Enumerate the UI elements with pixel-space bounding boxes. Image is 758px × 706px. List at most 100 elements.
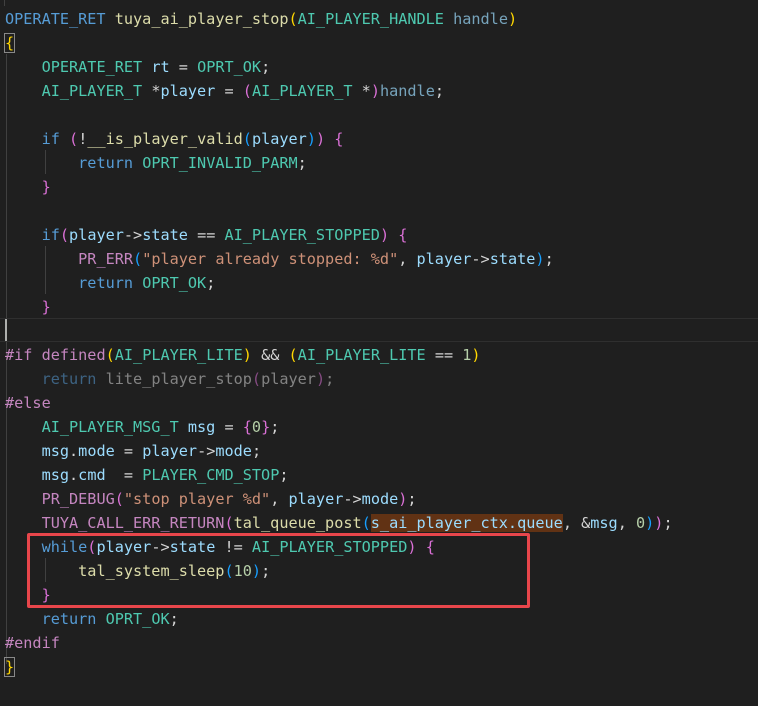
- code-token: OPRT_OK: [197, 58, 262, 76]
- code-line[interactable]: [5, 103, 758, 127]
- code-line[interactable]: #endif: [5, 631, 758, 655]
- code-line[interactable]: if (!__is_player_valid(player)) {: [5, 127, 758, 151]
- code-token: ;: [261, 58, 271, 76]
- code-token: (: [224, 514, 234, 532]
- code-token: AI_PLAYER_LITE: [297, 346, 426, 364]
- code-token: OPRT_OK: [142, 274, 207, 292]
- code-token: &&: [251, 346, 289, 364]
- code-token: ->: [197, 442, 216, 460]
- code-token: defined: [41, 346, 106, 364]
- code-token: PR_ERR: [78, 250, 134, 268]
- code-token: =: [215, 82, 243, 100]
- code-token: return: [41, 370, 97, 388]
- code-token: ,: [270, 490, 289, 508]
- code-token: {: [242, 418, 252, 436]
- code-token: !: [78, 130, 88, 148]
- code-token: OPERATE_RET: [41, 58, 143, 76]
- code-line[interactable]: }: [5, 175, 758, 199]
- code-token: }: [41, 178, 51, 196]
- code-token: player: [416, 250, 472, 268]
- indent-guide: [4, 0, 5, 6]
- code-token: ,: [398, 250, 417, 268]
- code-token: __is_player_valid: [87, 130, 243, 148]
- code-line[interactable]: return OPRT_OK;: [5, 271, 758, 295]
- code-line[interactable]: {: [3, 31, 758, 55]
- code-token: player: [160, 82, 216, 100]
- code-line[interactable]: #if defined(AI_PLAYER_LITE) && (AI_PLAYE…: [5, 343, 758, 367]
- code-token: (: [288, 10, 298, 28]
- code-token: }: [41, 298, 51, 316]
- code-line[interactable]: AI_PLAYER_MSG_T msg = {0};: [5, 415, 758, 439]
- code-token: return: [78, 154, 134, 172]
- code-token: player: [142, 442, 198, 460]
- code-token: tal_queue_post: [233, 514, 362, 532]
- code-line[interactable]: return lite_player_stop(player);: [5, 367, 758, 391]
- code-token: (: [105, 346, 115, 364]
- code-token: .: [69, 442, 79, 460]
- code-token: ->: [343, 490, 362, 508]
- code-token: AI_PLAYER_LITE: [114, 346, 243, 364]
- code-token: player: [288, 490, 344, 508]
- code-token: "player already stopped: %d": [142, 250, 399, 268]
- code-token: player: [261, 370, 316, 388]
- code-token: mode: [78, 442, 115, 460]
- code-token: ;: [297, 154, 307, 172]
- code-token: cmd: [78, 466, 106, 484]
- code-token: {: [334, 130, 344, 148]
- code-token: ;: [206, 274, 216, 292]
- code-token: ): [242, 346, 252, 364]
- code-token: TUYA_CALL_ERR_RETURN: [41, 514, 225, 532]
- code-token: msg: [41, 442, 70, 460]
- code-line[interactable]: if(player->state == AI_PLAYER_STOPPED) {: [5, 223, 758, 247]
- code-line[interactable]: }: [5, 295, 758, 319]
- code-token: if: [41, 130, 60, 148]
- code-line[interactable]: msg.cmd = PLAYER_CMD_STOP;: [5, 463, 758, 487]
- code-line[interactable]: PR_DEBUG("stop player %d", player->mode)…: [5, 487, 758, 511]
- code-token: =: [169, 58, 198, 76]
- code-line[interactable]: return OPRT_INVALID_PARM;: [5, 151, 758, 175]
- code-token: lite_player_stop: [96, 370, 252, 388]
- code-token: ): [645, 514, 655, 532]
- code-line[interactable]: #else: [5, 391, 758, 415]
- code-token: ;: [270, 418, 280, 436]
- code-line[interactable]: OPERATE_RET tuya_ai_player_stop(AI_PLAYE…: [5, 7, 758, 31]
- code-editor[interactable]: OPERATE_RET tuya_ai_player_stop(AI_PLAYE…: [0, 0, 758, 706]
- code-token: ;: [251, 442, 262, 460]
- code-token: (: [69, 130, 79, 148]
- code-token: }: [3, 657, 16, 677]
- code-line[interactable]: [5, 319, 758, 343]
- code-token: tuya_ai_player_stop: [114, 10, 289, 28]
- code-line[interactable]: OPERATE_RET rt = OPRT_OK;: [5, 55, 758, 79]
- code-token: ==: [425, 346, 463, 364]
- code-line[interactable]: [5, 199, 758, 223]
- code-line[interactable]: }: [3, 655, 758, 679]
- code-token: ;: [663, 514, 673, 532]
- code-token: (: [114, 490, 124, 508]
- code-line[interactable]: AI_PLAYER_T *player = (AI_PLAYER_T *)han…: [5, 79, 758, 103]
- code-token: mode: [215, 442, 252, 460]
- code-line[interactable]: msg.mode = player->mode;: [5, 439, 758, 463]
- code-line[interactable]: return OPRT_OK;: [5, 607, 758, 631]
- code-token: msg: [41, 466, 70, 484]
- code-token: rt: [151, 58, 170, 76]
- annotation-highlight-box: [27, 533, 530, 608]
- code-token: "stop player %d": [123, 490, 271, 508]
- code-line[interactable]: PR_ERR("player already stopped: %d", pla…: [5, 247, 758, 271]
- code-token: AI_PLAYER_T: [41, 82, 143, 100]
- code-token: {: [398, 226, 408, 244]
- code-line[interactable]: TUYA_CALL_ERR_RETURN(tal_queue_post(s_ai…: [5, 511, 758, 535]
- code-token: #else: [5, 394, 51, 412]
- code-token: if: [41, 226, 60, 244]
